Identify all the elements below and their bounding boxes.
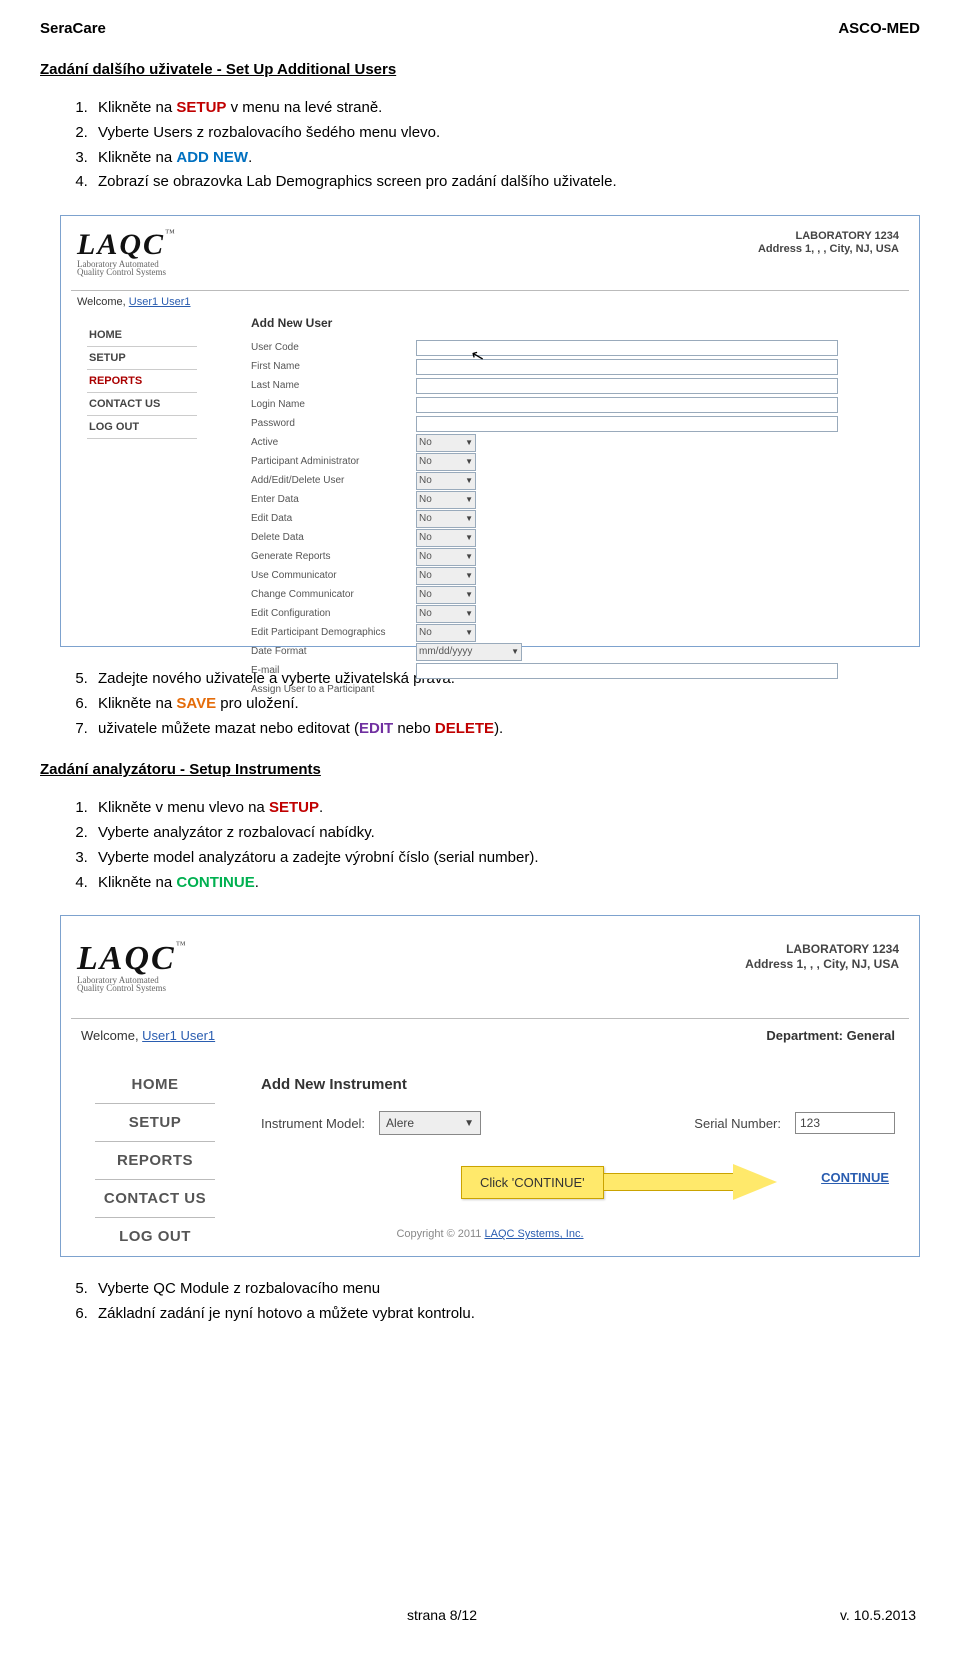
- step-item: Vyberte QC Module z rozbalovacího menu: [92, 1277, 920, 1302]
- nav-item[interactable]: SETUP: [87, 347, 197, 370]
- form-label: Active: [251, 437, 416, 448]
- department-label: Department: General: [766, 1028, 895, 1043]
- select-input[interactable]: No▼: [416, 434, 476, 452]
- chevron-down-icon: ▼: [465, 628, 473, 637]
- step-item: Klikněte na ADD NEW.: [92, 146, 920, 171]
- select-input[interactable]: No▼: [416, 491, 476, 509]
- chevron-down-icon: ▼: [465, 552, 473, 561]
- nav-item[interactable]: SETUP: [95, 1104, 215, 1142]
- form-label: E-mail: [251, 665, 416, 676]
- form-label: Edit Configuration: [251, 608, 416, 619]
- form-label: Assign User to a Participant: [251, 684, 416, 695]
- step-item: Vyberte model analyzátoru a zadejte výro…: [92, 846, 920, 871]
- chevron-down-icon: ▼: [465, 533, 473, 542]
- select-input[interactable]: No▼: [416, 605, 476, 623]
- doc-version: v. 10.5.2013: [840, 1607, 916, 1623]
- page-number: strana 8/12: [407, 1607, 477, 1623]
- section1-title: Zadání dalšího uživatele - Set Up Additi…: [40, 61, 920, 78]
- step-item: Zobrazí se obrazovka Lab Demographics sc…: [92, 170, 920, 195]
- form-label: Use Communicator: [251, 570, 416, 581]
- step-item: Základní zadání je nyní hotovo a můžete …: [92, 1302, 920, 1327]
- laqc-logo: LAQC™ Laboratory Automated Quality Contr…: [77, 228, 175, 278]
- chevron-down-icon: ▼: [464, 1118, 474, 1129]
- form-title-add-instrument: Add New Instrument: [261, 1076, 895, 1093]
- form-label: First Name: [251, 361, 416, 372]
- nav-item[interactable]: REPORTS: [95, 1142, 215, 1180]
- select-input[interactable]: No▼: [416, 453, 476, 471]
- form-label: Participant Administrator: [251, 456, 416, 467]
- continue-link[interactable]: CONTINUE: [821, 1170, 889, 1185]
- welcome-text: Welcome, User1 User1: [77, 296, 191, 308]
- chevron-down-icon: ▼: [465, 571, 473, 580]
- date-format-select[interactable]: mm/dd/yyyy▼: [416, 643, 522, 661]
- text-input[interactable]: [416, 378, 838, 394]
- form-label: Delete Data: [251, 532, 416, 543]
- instrument-model-label: Instrument Model:: [261, 1116, 365, 1131]
- doc-header-left: SeraCare: [40, 20, 106, 37]
- serial-number-label: Serial Number:: [694, 1116, 781, 1131]
- form-title-add-user: Add New User: [251, 316, 899, 330]
- form-label: Edit Data: [251, 513, 416, 524]
- select-input[interactable]: No▼: [416, 529, 476, 547]
- instrument-model-select[interactable]: Alere▼: [379, 1111, 481, 1135]
- form-label: Login Name: [251, 399, 416, 410]
- nav-item[interactable]: CONTACT US: [87, 393, 197, 416]
- form-label: Date Format: [251, 646, 416, 657]
- copyright-link[interactable]: LAQC Systems, Inc.: [484, 1228, 583, 1240]
- chevron-down-icon: ▼: [511, 647, 519, 656]
- step-item: Vyberte analyzátor z rozbalovací nabídky…: [92, 821, 920, 846]
- chevron-down-icon: ▼: [465, 438, 473, 447]
- form-label: Generate Reports: [251, 551, 416, 562]
- copyright: Copyright © 2011 LAQC Systems, Inc.: [61, 1228, 919, 1240]
- select-input[interactable]: No▼: [416, 472, 476, 490]
- side-nav: HOMESETUPREPORTSCONTACT USLOG OUT: [87, 324, 197, 439]
- chevron-down-icon: ▼: [465, 514, 473, 523]
- chevron-down-icon: ▼: [465, 590, 473, 599]
- nav-item[interactable]: LOG OUT: [87, 416, 197, 439]
- email-input[interactable]: [416, 663, 838, 679]
- lab-address-2: LABORATORY 1234 Address 1, , , City, NJ,…: [745, 942, 899, 971]
- nav-item[interactable]: HOME: [87, 324, 197, 347]
- form-label: Enter Data: [251, 494, 416, 505]
- section2-title: Zadání analyzátoru - Setup Instruments: [40, 761, 920, 778]
- form-label: Last Name: [251, 380, 416, 391]
- step-item: Vyberte Users z rozbalovacího šedého men…: [92, 121, 920, 146]
- welcome-text-2: Welcome, User1 User1: [81, 1028, 215, 1043]
- chevron-down-icon: ▼: [465, 609, 473, 618]
- select-input[interactable]: No▼: [416, 510, 476, 528]
- chevron-down-icon: ▼: [465, 495, 473, 504]
- form-label: User Code: [251, 342, 416, 353]
- form-label: Add/Edit/Delete User: [251, 475, 416, 486]
- nav-item[interactable]: REPORTS: [87, 370, 197, 393]
- select-input[interactable]: No▼: [416, 586, 476, 604]
- step-item: Klikněte na CONTINUE.: [92, 871, 920, 896]
- form-label: Change Communicator: [251, 589, 416, 600]
- select-input[interactable]: No▼: [416, 548, 476, 566]
- form-label: Password: [251, 418, 416, 429]
- step-item: uživatele můžete mazat nebo editovat (ED…: [92, 717, 920, 742]
- nav-item[interactable]: HOME: [95, 1066, 215, 1104]
- step-item: Klikněte v menu vlevo na SETUP.: [92, 796, 920, 821]
- text-input[interactable]: [416, 416, 838, 432]
- form-label: Edit Participant Demographics: [251, 627, 416, 638]
- screenshot-add-user: LAQC™ Laboratory Automated Quality Contr…: [60, 215, 920, 647]
- callout-click-continue: Click 'CONTINUE': [461, 1164, 777, 1200]
- serial-number-input[interactable]: 123: [795, 1112, 895, 1134]
- text-input[interactable]: [416, 397, 838, 413]
- lab-address: LABORATORY 1234 Address 1, , , City, NJ,…: [758, 230, 899, 256]
- chevron-down-icon: ▼: [465, 457, 473, 466]
- doc-header-right: ASCO-MED: [838, 20, 920, 37]
- laqc-logo-2: LAQC™ Laboratory Automated Quality Contr…: [77, 940, 186, 994]
- screenshot-add-instrument: LAQC™ Laboratory Automated Quality Contr…: [60, 915, 920, 1257]
- nav-item[interactable]: CONTACT US: [95, 1180, 215, 1218]
- select-input[interactable]: No▼: [416, 567, 476, 585]
- side-nav-2: HOMESETUPREPORTSCONTACT USLOG OUT: [95, 1066, 215, 1255]
- select-input[interactable]: No▼: [416, 624, 476, 642]
- step-item: Klikněte na SETUP v menu na levé straně.: [92, 96, 920, 121]
- chevron-down-icon: ▼: [465, 476, 473, 485]
